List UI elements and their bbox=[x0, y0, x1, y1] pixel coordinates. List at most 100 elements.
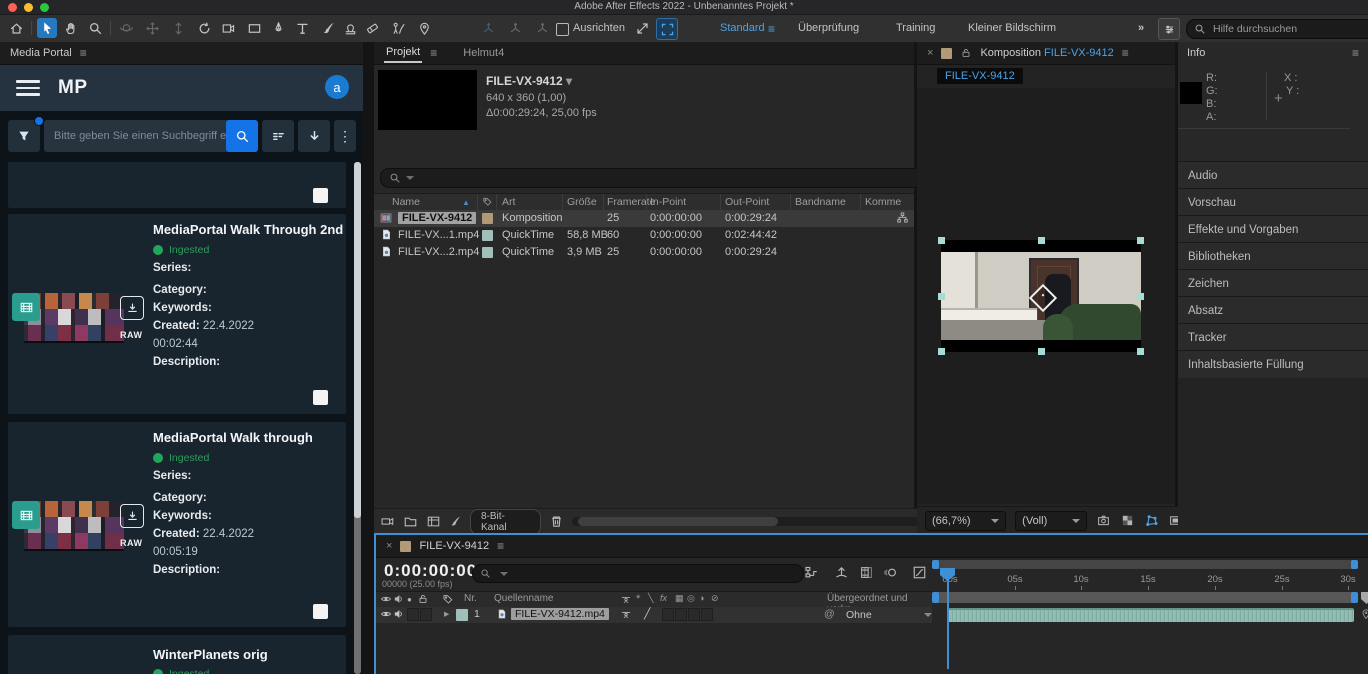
layer-name[interactable]: FILE-VX-9412.mp4 bbox=[511, 608, 609, 620]
ausrichten-checkbox[interactable] bbox=[556, 23, 569, 36]
download-asset-icon[interactable] bbox=[120, 296, 144, 320]
parent-dropdown[interactable]: Ohne bbox=[842, 608, 936, 622]
layer-shy-icon[interactable] bbox=[620, 608, 632, 620]
tab-projekt[interactable]: Projekt bbox=[384, 44, 422, 63]
panel-menu-icon[interactable]: ≡ bbox=[497, 539, 504, 553]
type-tool[interactable] bbox=[292, 18, 312, 38]
label-color-swatch[interactable] bbox=[482, 230, 493, 241]
work-area-end-handle[interactable] bbox=[1351, 592, 1358, 603]
scrollbar-thumb[interactable] bbox=[354, 162, 361, 518]
collapse-switch-icon[interactable]: * bbox=[636, 593, 640, 605]
switch-cell[interactable] bbox=[662, 608, 674, 621]
card-checkbox[interactable] bbox=[313, 390, 328, 405]
lock-cell[interactable] bbox=[420, 608, 432, 621]
lock-icon[interactable] bbox=[417, 593, 429, 605]
media-card[interactable]: MediaPortal Walk Through 2nd Ingested Se… bbox=[8, 214, 346, 414]
dolly-camera-tool[interactable] bbox=[168, 18, 188, 38]
marker-bin-icon[interactable] bbox=[1360, 608, 1368, 620]
panel-menu-icon[interactable]: ≡ bbox=[80, 46, 87, 60]
search-input[interactable] bbox=[44, 120, 244, 152]
hand-tool[interactable] bbox=[61, 18, 81, 38]
eraser-tool[interactable] bbox=[362, 18, 382, 38]
graph-editor-icon[interactable] bbox=[912, 565, 927, 580]
navigator-start-handle[interactable] bbox=[932, 560, 939, 569]
workspace-overflow-icon[interactable]: » bbox=[1138, 22, 1144, 34]
home-tool[interactable] bbox=[6, 18, 26, 38]
panel-tab-zeichen[interactable]: Zeichen bbox=[1178, 269, 1368, 297]
workspace-tab-kleiner-bildschirm[interactable]: Kleiner Bildschirm bbox=[968, 22, 1056, 34]
panel-tab-vorschau[interactable]: Vorschau bbox=[1178, 188, 1368, 216]
scrollbar-thumb[interactable] bbox=[578, 517, 778, 526]
label-color-swatch[interactable] bbox=[482, 213, 493, 224]
draft-3d-icon[interactable] bbox=[834, 565, 849, 580]
new-folder-icon[interactable] bbox=[403, 514, 418, 529]
horizontal-scrollbar[interactable] bbox=[572, 517, 920, 526]
magnification-dropdown[interactable]: (66,7%) bbox=[925, 511, 1006, 531]
layer-audio-icon[interactable] bbox=[393, 608, 405, 620]
table-row[interactable]: FILE-VX-9412 Komposition 25 0:00:00:00 0… bbox=[374, 210, 914, 227]
navigator-end-handle[interactable] bbox=[1351, 560, 1358, 569]
workspace-tab-standard[interactable]: Standard bbox=[720, 22, 765, 34]
project-search-field[interactable] bbox=[380, 168, 924, 188]
mask-visibility-icon[interactable] bbox=[1144, 513, 1159, 528]
hamburger-menu-icon[interactable] bbox=[16, 80, 40, 96]
panel-menu-icon[interactable]: ≡ bbox=[430, 46, 437, 60]
selection-handle[interactable] bbox=[938, 237, 945, 244]
workspace-settings-icon[interactable] bbox=[1158, 18, 1180, 40]
transparency-grid-icon[interactable] bbox=[1120, 513, 1135, 528]
layer-color-swatch[interactable] bbox=[456, 609, 468, 621]
puppet-pin-tool[interactable] bbox=[414, 18, 434, 38]
close-icon[interactable]: × bbox=[927, 47, 933, 59]
playhead-line[interactable] bbox=[947, 569, 949, 669]
help-search-field[interactable] bbox=[1186, 19, 1368, 39]
clone-stamp-tool[interactable] bbox=[340, 18, 360, 38]
selection-handle[interactable] bbox=[1038, 348, 1045, 355]
quality-switch-icon[interactable]: ╲ bbox=[648, 593, 653, 604]
shape-tool[interactable] bbox=[244, 18, 264, 38]
motion-blur-icon[interactable] bbox=[883, 565, 898, 580]
3d-switch-icon[interactable]: ⊘ bbox=[711, 593, 719, 604]
composition-viewer[interactable] bbox=[917, 88, 1175, 504]
view-axis-mode[interactable] bbox=[532, 18, 552, 38]
switch-cell[interactable] bbox=[688, 608, 700, 621]
layer-duration-bar[interactable] bbox=[948, 608, 1354, 622]
effect-switch-icon[interactable]: ◎ bbox=[687, 593, 695, 604]
film-icon[interactable] bbox=[12, 501, 40, 529]
download-button[interactable] bbox=[298, 120, 330, 152]
render-queue-icon[interactable] bbox=[449, 515, 462, 528]
panel-tab-bibliotheken[interactable]: Bibliotheken bbox=[1178, 242, 1368, 270]
work-area-bar[interactable] bbox=[932, 592, 1358, 603]
layer-video-icon[interactable] bbox=[380, 608, 392, 620]
solo-icon[interactable]: ● bbox=[407, 595, 412, 604]
world-axis-mode[interactable] bbox=[505, 18, 525, 38]
table-row[interactable]: FILE-VX...1.mp4 QuickTime 58,8 MB 60 0:0… bbox=[374, 227, 914, 244]
camera-tool[interactable] bbox=[218, 18, 238, 38]
film-icon[interactable] bbox=[12, 293, 40, 321]
card-checkbox[interactable] bbox=[313, 604, 328, 619]
workspace-tab-ueberpruefung[interactable]: Überprüfung bbox=[798, 22, 859, 34]
time-navigator[interactable] bbox=[932, 560, 1358, 569]
panel-tab-tracker[interactable]: Tracker bbox=[1178, 323, 1368, 351]
adjustment-switch-icon[interactable]: ▦ bbox=[675, 593, 684, 604]
media-card[interactable]: WinterPlanets orig Ingested bbox=[8, 635, 346, 674]
panel-menu-icon[interactable]: ≡ bbox=[1122, 46, 1129, 60]
pickwhip-icon[interactable]: @ bbox=[824, 608, 835, 620]
media-card[interactable]: MediaPortal Walk through Ingested Series… bbox=[8, 422, 346, 627]
table-row[interactable]: FILE-VX...2.mp4 QuickTime 3,9 MB 25 0:00… bbox=[374, 244, 914, 261]
roto-brush-tool[interactable] bbox=[388, 18, 408, 38]
expand-chevron-icon[interactable]: ▸ bbox=[444, 608, 449, 620]
panel-tab-audio[interactable]: Audio bbox=[1178, 161, 1368, 189]
selection-handle[interactable] bbox=[938, 348, 945, 355]
rotation-tool[interactable] bbox=[194, 18, 214, 38]
color-depth-button[interactable]: 8-Bit-Kanal bbox=[470, 509, 541, 535]
interpret-footage-icon[interactable] bbox=[380, 514, 395, 529]
brush-tool[interactable] bbox=[318, 18, 338, 38]
panel-tab-inhaltsbasierte-fuellung[interactable]: Inhaltsbasierte Füllung bbox=[1178, 350, 1368, 378]
pan-camera-tool[interactable] bbox=[142, 18, 162, 38]
selection-handle[interactable] bbox=[1137, 293, 1144, 300]
snapshot-icon[interactable] bbox=[1096, 513, 1111, 528]
layer-row[interactable]: ▸ 1 FILE-VX-9412.mp4 ╱ @ Ohne bbox=[376, 607, 932, 623]
new-composition-icon[interactable] bbox=[426, 514, 441, 529]
tab-komposition[interactable]: Komposition FILE-VX-9412 bbox=[980, 47, 1113, 59]
avatar[interactable]: a bbox=[325, 75, 349, 99]
